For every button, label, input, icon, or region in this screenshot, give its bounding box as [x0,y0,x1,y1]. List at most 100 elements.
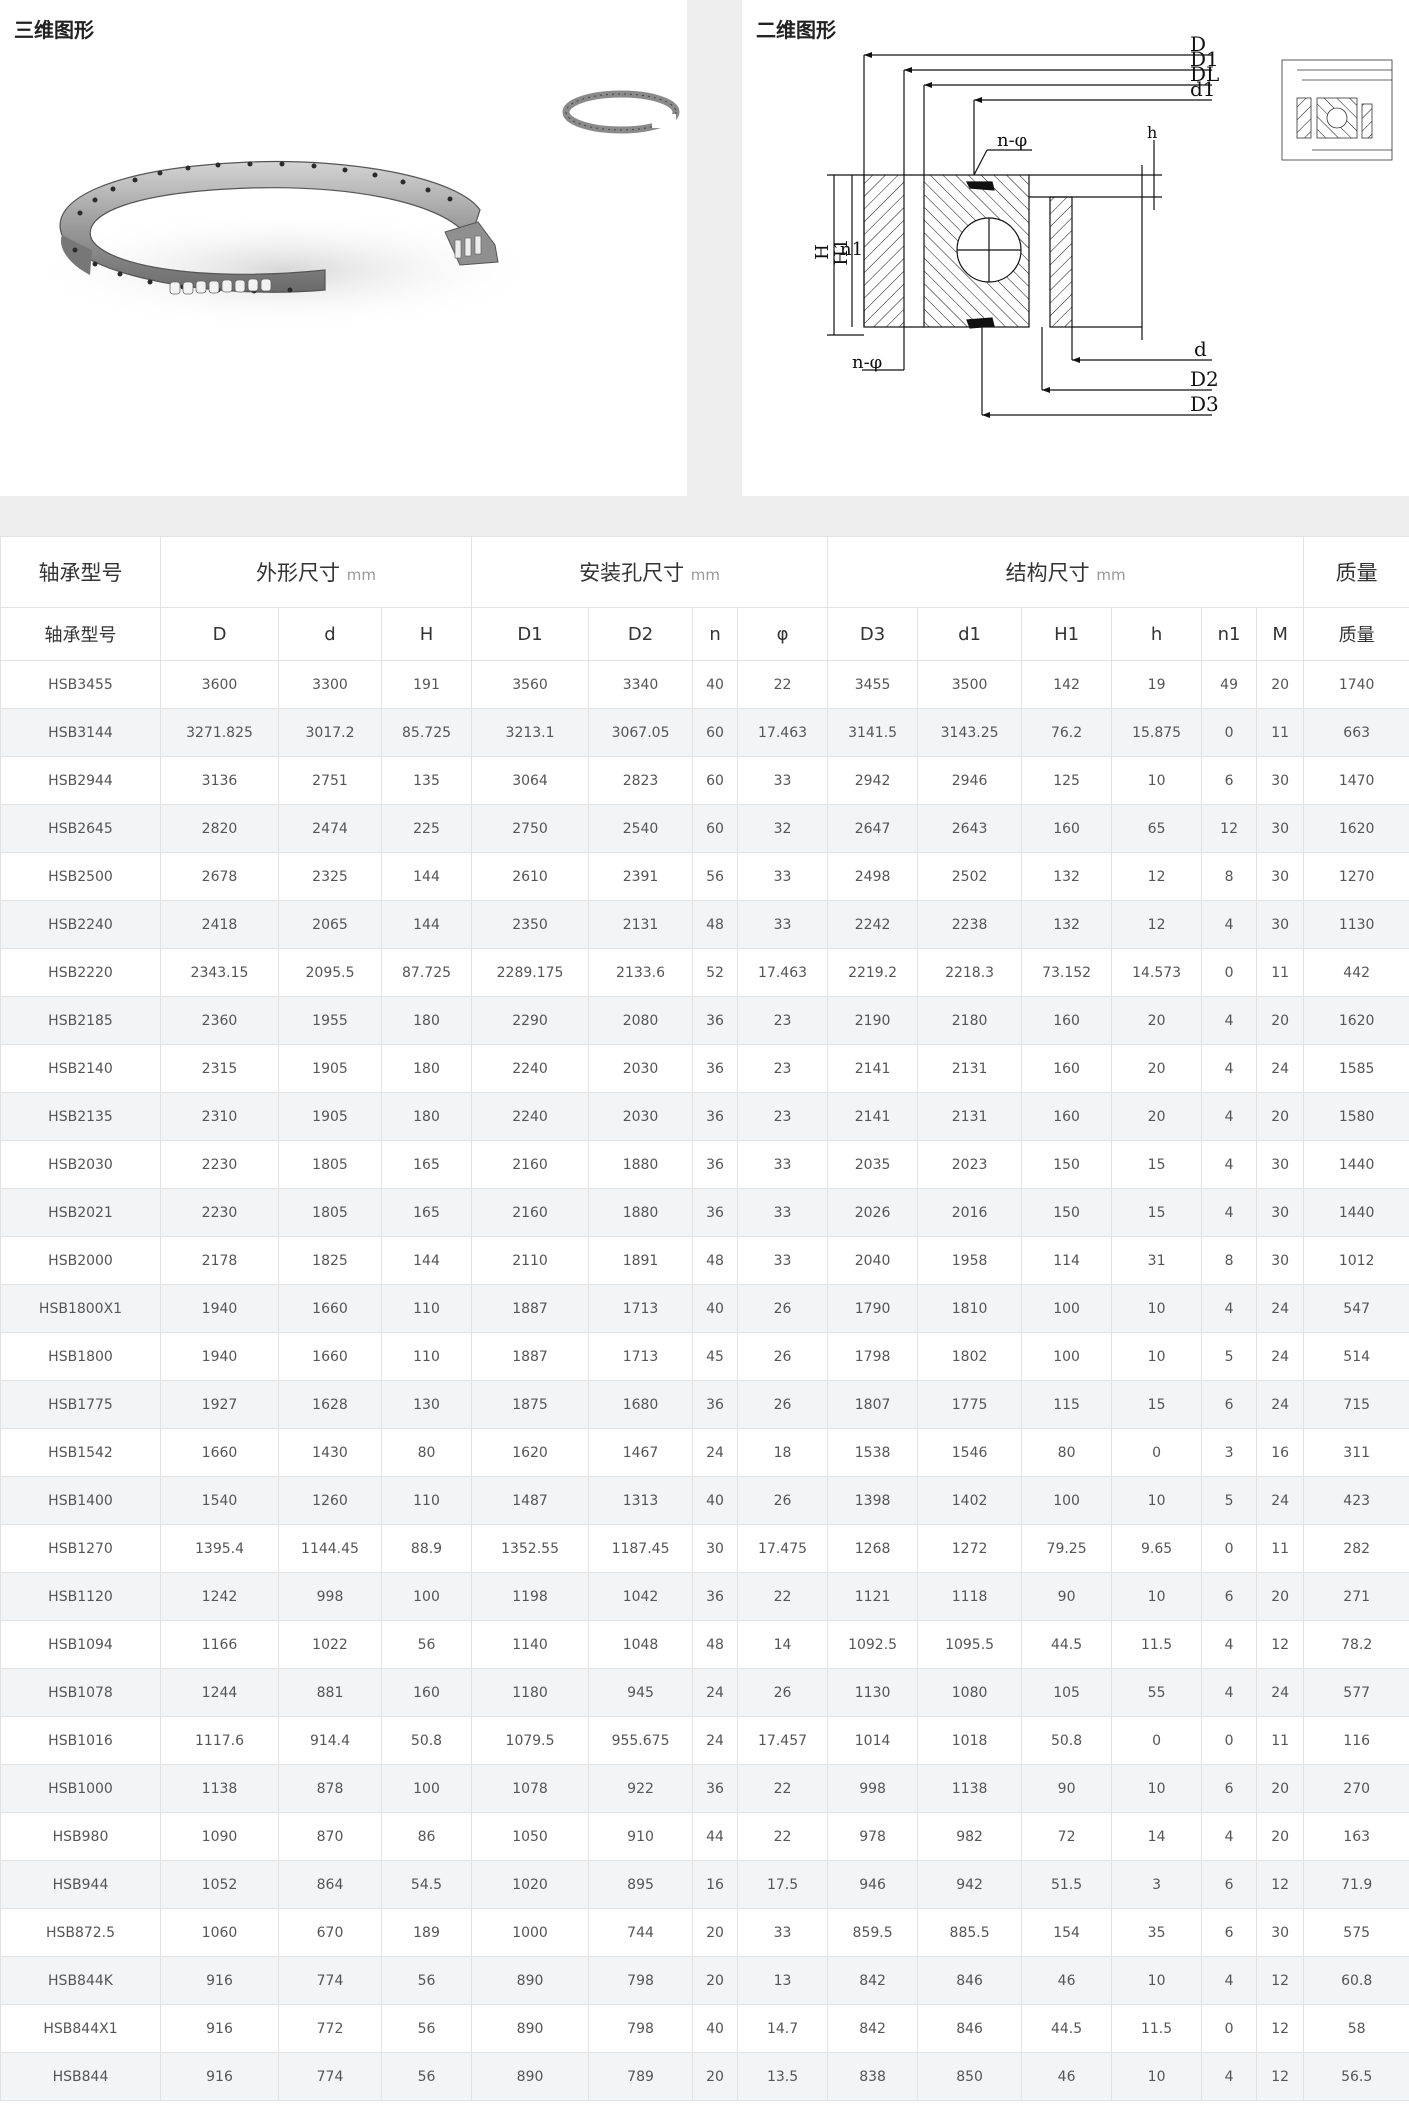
table-row: HSB844X1 916 772 56 890 798 40 14.7 842 846 44.5 11… [0,2004,1409,2053]
value-cell: 150 [1021,1140,1113,1189]
value-cell: 1958 [917,1236,1023,1285]
value-cell: 998 [827,1764,919,1813]
value-cell: 1905 [278,1044,382,1093]
value-cell: 270 [1303,1764,1409,1813]
value-cell: 2540 [588,804,694,853]
value-cell: 774 [278,2052,382,2101]
model-cell: HSB1542 [0,1428,161,1477]
column-header: H [380,607,473,661]
value-cell: 40 [692,660,739,709]
value-cell: 20 [1111,1092,1203,1141]
value-cell: 2190 [827,996,919,1045]
value-cell: 2242 [827,900,919,949]
value-cell: 144 [380,900,473,949]
label-n-phi-top: n-φ [997,130,1027,151]
value-cell: 2110 [471,1236,590,1285]
value-cell: 846 [917,1956,1023,2005]
value-cell: 56.5 [1303,2052,1409,2101]
value-cell: 49 [1201,660,1258,709]
value-cell: 0 [1201,1524,1258,1573]
drawings-section: 三维图形 二维图形 D D1 DL d1 n-φ h H H1 n1 n-φ d… [0,0,1409,496]
table-row: HSB1016 1117.6 914.4 50.8 1079.5 955.675 24 17.… [0,1716,1409,1765]
value-cell: 3 [1201,1428,1258,1477]
model-cell: HSB1400 [0,1476,161,1525]
table-row: HSB2000 2178 1825 144 2110 1891 48 33 2040 1958 11… [0,1236,1409,1285]
value-cell: 2418 [160,900,279,949]
value-cell: 1352.55 [471,1524,590,1573]
value-cell: 72 [1021,1812,1113,1861]
group-header-mass: 质量 [1303,536,1409,608]
value-cell: 423 [1303,1476,1409,1525]
value-cell: 189 [380,1908,473,1957]
value-cell: 864 [278,1860,382,1909]
value-cell: 1810 [917,1284,1023,1333]
value-cell: 3300 [278,660,382,709]
model-cell: HSB1078 [0,1668,161,1717]
value-cell: 132 [1021,900,1113,949]
value-cell: 20 [692,2052,739,2101]
value-cell: 36 [692,996,739,1045]
value-cell: 1807 [827,1380,919,1429]
table-row: HSB3144 3271.825 3017.2 85.725 3213.1 3067.05… [0,708,1409,757]
value-cell: 916 [160,2004,279,2053]
model-cell: HSB1016 [0,1716,161,1765]
value-cell: 1470 [1303,756,1409,805]
column-header: h [1111,607,1203,661]
value-cell: 52 [692,948,739,997]
value-cell: 30 [692,1524,739,1573]
value-cell: 12 [1256,1620,1305,1669]
value-cell: 79.25 [1021,1524,1113,1573]
value-cell: 4 [1201,1092,1258,1141]
group-header-outer-dimensions: 外形尺寸 mm [159,536,473,608]
view-2d-panel: 二维图形 D D1 DL d1 n-φ h H H1 n1 n-φ d D2 D… [742,0,1409,496]
value-cell: 14 [737,1620,829,1669]
value-cell: 2219.2 [827,948,919,997]
value-cell: 48 [692,900,739,949]
value-cell: 78.2 [1303,1620,1409,1669]
model-cell: HSB872.5 [0,1908,161,1957]
value-cell: 56 [692,852,739,901]
value-cell: 910 [588,1812,694,1861]
value-cell: 11 [1256,1716,1305,1765]
value-cell: 56 [380,1956,473,2005]
value-cell: 154 [1021,1908,1113,1957]
value-cell: 2240 [471,1044,590,1093]
value-cell: 225 [380,804,473,853]
model-cell: HSB2140 [0,1044,161,1093]
value-cell: 11.5 [1111,2004,1203,2053]
value-cell: 30 [1256,756,1305,805]
value-cell: 2610 [471,852,590,901]
value-cell: 4 [1201,996,1258,1045]
value-cell: 36 [692,1044,739,1093]
value-cell: 859.5 [827,1908,919,1957]
value-cell: 0 [1111,1716,1203,1765]
value-cell: 36 [692,1764,739,1813]
value-cell: 26 [737,1668,829,1717]
value-cell: 24 [692,1428,739,1477]
value-cell: 36 [692,1092,739,1141]
value-cell: 33 [737,1236,829,1285]
value-cell: 22 [737,1812,829,1861]
value-cell: 45 [692,1332,739,1381]
value-cell: 2133.6 [588,948,694,997]
value-cell: 26 [737,1332,829,1381]
value-cell: 945 [588,1668,694,1717]
value-cell: 76.2 [1021,708,1113,757]
value-cell: 271 [1303,1572,1409,1621]
value-cell: 20 [1111,1044,1203,1093]
value-cell: 3017.2 [278,708,382,757]
value-cell: 1052 [160,1860,279,1909]
value-cell: 2178 [160,1236,279,1285]
value-cell: 1398 [827,1476,919,1525]
column-header: 质量 [1303,607,1409,661]
label-h: h [1147,123,1157,142]
value-cell: 1905 [278,1092,382,1141]
value-cell: 1138 [917,1764,1023,1813]
value-cell: 30 [1256,804,1305,853]
value-cell: 2315 [160,1044,279,1093]
value-cell: 1180 [471,1668,590,1717]
value-cell: 100 [1021,1284,1113,1333]
value-cell: 80 [1021,1428,1113,1477]
value-cell: 33 [737,756,829,805]
value-cell: 0 [1201,708,1258,757]
